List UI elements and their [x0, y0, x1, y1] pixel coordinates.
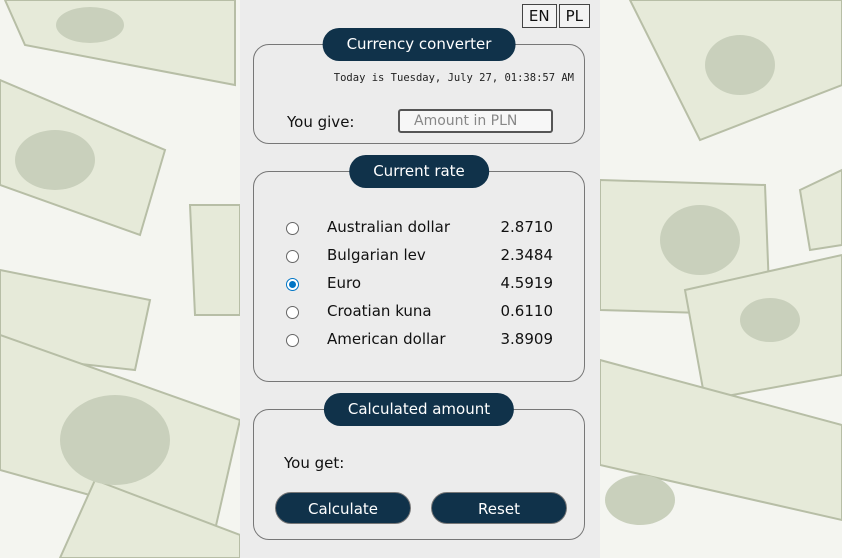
rates-section: Current rate Australian dollar 2.8710 Bu…: [253, 155, 586, 382]
language-button-en[interactable]: EN: [521, 4, 557, 28]
rate-currency-name: Bulgarian lev: [327, 246, 426, 264]
converter-section: Currency converter Today is Tuesday, Jul…: [253, 28, 585, 144]
rate-row-euro[interactable]: Euro 4.5919: [254, 271, 586, 299]
rate-radio[interactable]: [286, 222, 299, 235]
you-get-label: You get:: [284, 454, 345, 472]
converter-panel: EN PL Currency converter Today is Tuesda…: [240, 0, 600, 558]
language-button-pl[interactable]: PL: [558, 4, 590, 28]
converter-title: Currency converter: [322, 28, 516, 61]
rates-title: Current rate: [349, 155, 489, 188]
reset-button[interactable]: Reset: [431, 492, 567, 524]
rate-radio[interactable]: [286, 306, 299, 319]
rate-value: 3.8909: [500, 330, 554, 348]
rate-value: 2.3484: [500, 246, 554, 264]
rate-value: 4.5919: [500, 274, 554, 292]
rate-currency-name: Euro: [327, 274, 361, 292]
rate-row-bulgarian-lev[interactable]: Bulgarian lev 2.3484: [254, 243, 586, 271]
result-title: Calculated amount: [323, 393, 515, 426]
rate-radio[interactable]: [286, 250, 299, 263]
rate-value: 0.6110: [500, 302, 554, 320]
current-date-text: Today is Tuesday, July 27, 01:38:57 AM: [333, 72, 574, 84]
rate-currency-name: Australian dollar: [327, 218, 451, 236]
result-section: Calculated amount You get: Calculate Res…: [253, 393, 585, 540]
rate-row-australian-dollar[interactable]: Australian dollar 2.8710: [254, 215, 586, 243]
language-switcher: EN PL: [521, 4, 590, 28]
rate-radio-selected[interactable]: [286, 278, 299, 291]
rate-row-american-dollar[interactable]: American dollar 3.8909: [254, 327, 586, 355]
amount-input[interactable]: [398, 109, 553, 133]
you-give-label: You give:: [287, 113, 355, 131]
rate-row-croatian-kuna[interactable]: Croatian kuna 0.6110: [254, 299, 586, 327]
rate-value: 2.8710: [500, 218, 554, 236]
calculate-button[interactable]: Calculate: [275, 492, 411, 524]
rate-radio[interactable]: [286, 334, 299, 347]
rate-currency-name: American dollar: [327, 330, 446, 348]
rate-currency-name: Croatian kuna: [327, 302, 432, 320]
